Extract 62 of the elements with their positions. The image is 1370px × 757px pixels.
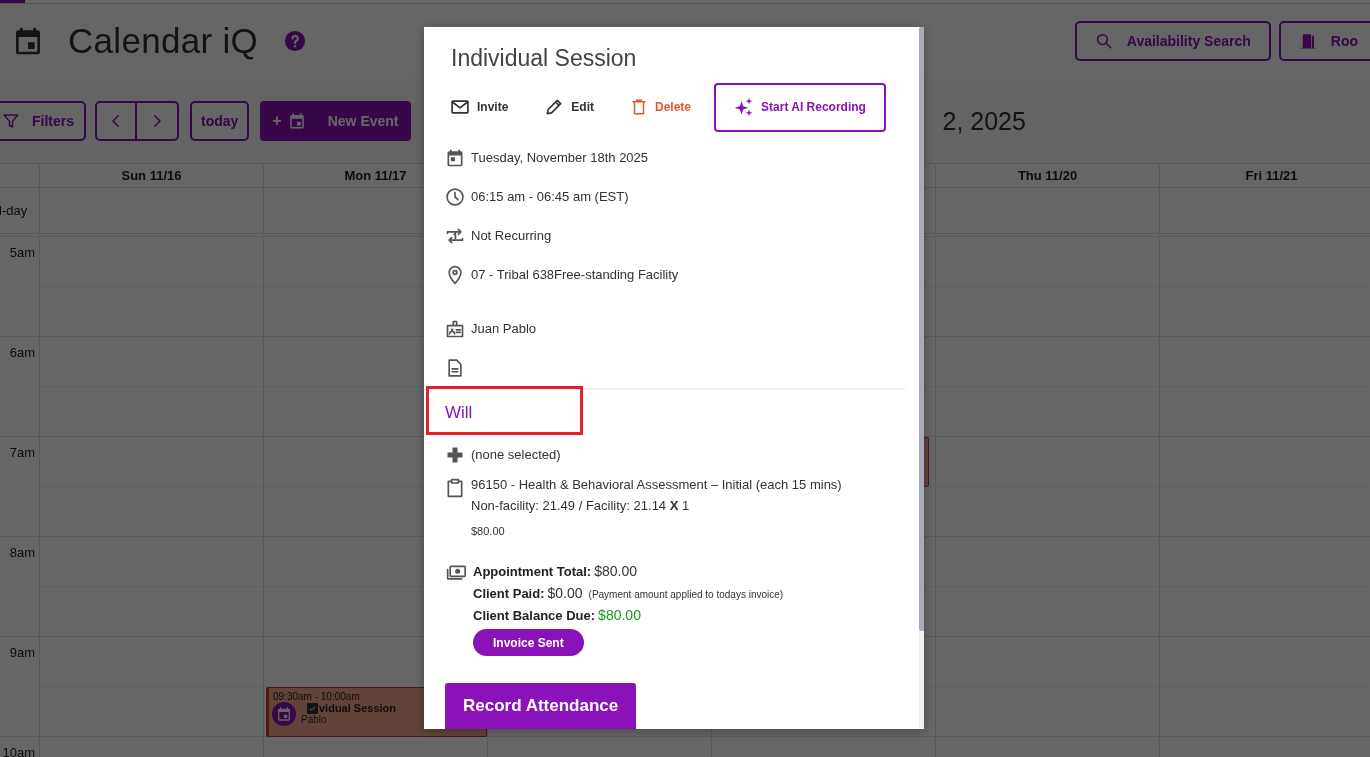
day-header: Sun 11/16 [121,168,182,183]
dialog-title: Individual Session [451,45,638,72]
edit-button[interactable]: Edit [539,97,599,117]
service-code: 96150 - Health & Behavioral Assessment – Initial (each 15 mins) [471,477,842,492]
service-rates: Non-facility: 21.49 / Facility: 21.14 X 1 [471,498,691,513]
hour-label: 5am [9,245,35,260]
location-text: 07 - Tribal 638Free-standing Facility [471,267,679,282]
delete-button[interactable]: Delete [625,97,697,117]
day-header: Mon 11/17 [344,168,407,183]
today-button[interactable]: today [190,101,250,141]
start-ai-recording-button[interactable]: Start AI Recording [714,82,886,132]
previous-button[interactable] [95,101,137,141]
mail-icon [450,97,470,117]
hour-label: 9am [9,645,35,660]
day-header: Fri 11/21 [1245,168,1298,183]
day-header: Thu 11/20 [1017,168,1078,183]
document-icon [445,357,465,379]
filters-button[interactable]: Filters [0,101,86,141]
clock-icon [445,185,465,208]
total-value: $0.00 [547,585,583,601]
help-icon[interactable] [284,30,307,52]
active-tab-indicator [0,0,25,4]
app-title: Calendar iQ [68,21,259,61]
payment-note: (Payment amount applied to todays invoice) [588,589,784,600]
event-time-range: 06:15 am - 06:45 am (EST) [471,189,629,204]
event-date: Tuesday, November 18th 2025 [471,150,649,165]
calendar-badge-icon[interactable] [272,702,296,726]
clipboard-icon [445,477,465,499]
hour-label: 8am [9,545,35,560]
location-pin-icon [445,263,465,286]
modifier-text: (none selected) [471,447,561,462]
record-attendance-button[interactable]: Record Attendance [445,683,637,729]
hour-label: 6am [9,345,35,360]
event-time: 09:30am - 10:00am [273,691,361,702]
total-label: Client Paid: [473,586,545,601]
recurrence-text: Not Recurring [471,228,552,243]
search-icon [1094,32,1113,50]
total-label: Client Balance Due: [473,608,596,623]
checkbox-icon[interactable] [307,703,318,714]
total-value: $80.00 [598,607,641,623]
next-button[interactable] [137,101,179,141]
availability-search-button[interactable]: Availability Search [1074,21,1271,61]
event-title: vidual Session [319,702,397,714]
rooms-button[interactable]: Roo [1278,21,1370,61]
calendar-icon [287,111,306,131]
door-icon [1298,32,1317,50]
date-range-title: 2, 2025 [942,106,1026,136]
new-event-button[interactable]: + New Event [260,101,411,141]
hour-label: 10am [2,745,35,757]
client-name: Juan Pablo [471,321,537,336]
all-day-label: l-day [0,203,28,218]
total-value: $80.00 [594,563,637,579]
invite-button[interactable]: Invite [445,97,514,117]
money-icon [445,563,467,583]
provider-name: Will [445,403,473,423]
service-price: $80.00 [471,525,506,537]
invoice-sent-button[interactable]: Invoice Sent [473,629,584,656]
total-label: Appointment Total: [473,564,592,579]
trash-icon [630,97,648,117]
hour-label: 7am [9,445,35,460]
event-client: Pablo [301,714,327,725]
filter-icon [2,112,20,130]
